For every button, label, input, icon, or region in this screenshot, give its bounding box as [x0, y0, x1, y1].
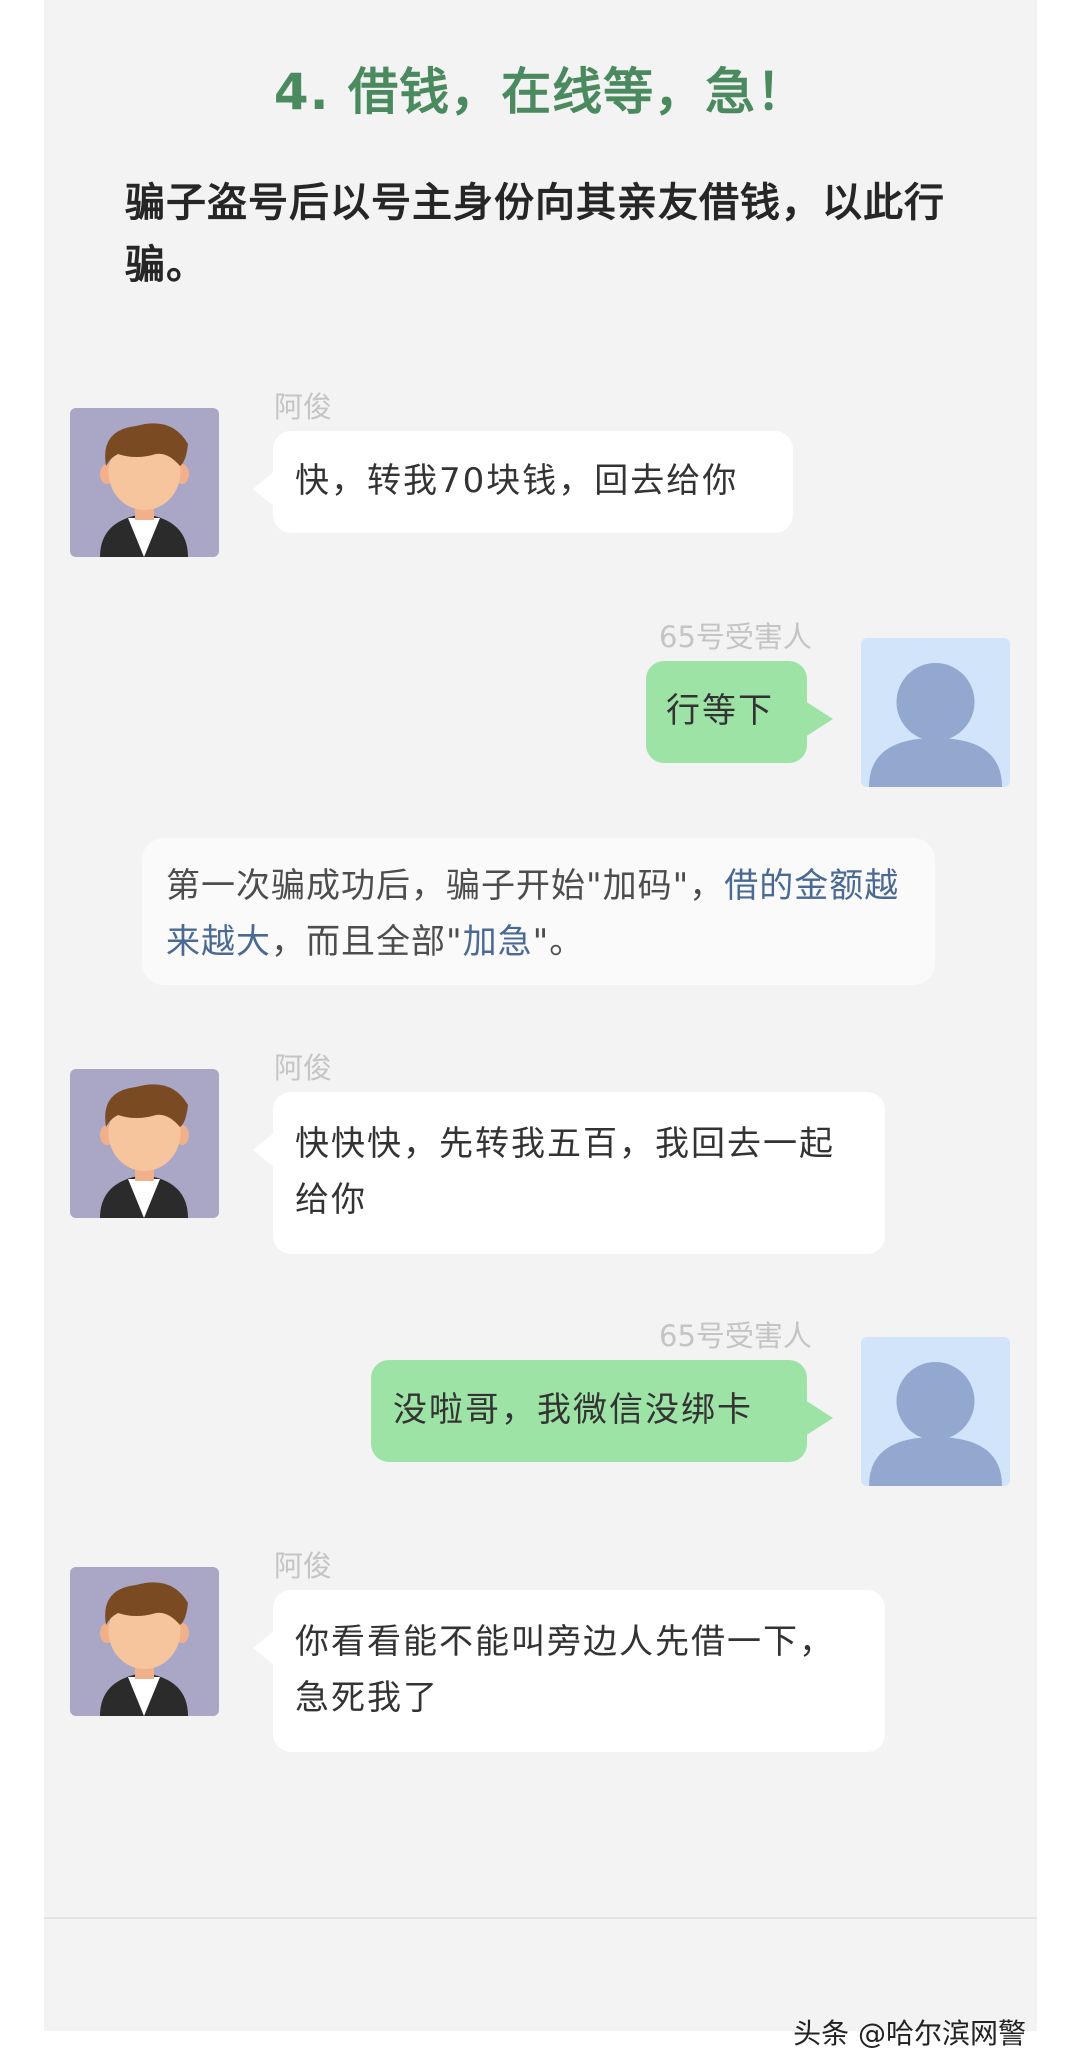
narration-note: 第一次骗成功后，骗子开始"加码"，借的金额越来越大，而且全部"加急"。	[142, 838, 935, 985]
message-text: 快快快，先转我五百，我回去一起给你	[295, 1124, 835, 1220]
victim-avatar[interactable]	[861, 638, 1010, 787]
message-bubble-incoming[interactable]: 你看看能不能叫旁边人先借一下，急死我了	[253, 1590, 885, 1752]
note-highlight: 加急	[462, 922, 533, 962]
scammer-avatar[interactable]	[70, 1069, 219, 1218]
section-intro: 骗子盗号后以号主身份向其亲友借钱，以此行骗。	[125, 180, 945, 288]
message-text: 没啦哥，我微信没绑卡	[393, 1390, 753, 1430]
source-watermark: 头条 @哈尔滨网警	[793, 2017, 1026, 2050]
section-divider	[44, 1917, 1037, 1919]
message-text: 快，转我70块钱，回去给你	[295, 461, 739, 501]
man-avatar-icon	[70, 1567, 219, 1716]
section-heading: 4. 借钱，在线等，急！	[273, 63, 808, 121]
sender-name: 65号受害人	[659, 1319, 812, 1353]
sender-name: 阿俊	[274, 390, 333, 424]
message-text: 行等下	[666, 691, 774, 731]
message-bubble-outgoing[interactable]: 行等下	[646, 661, 833, 763]
sender-name: 65号受害人	[659, 620, 812, 654]
scammer-avatar[interactable]	[70, 1567, 219, 1716]
man-avatar-icon	[70, 1069, 219, 1218]
user-placeholder-icon	[861, 638, 1010, 787]
user-placeholder-icon	[861, 1337, 1010, 1486]
note-text: ，而且全部"	[271, 922, 463, 962]
message-bubble-outgoing[interactable]: 没啦哥，我微信没绑卡	[371, 1360, 833, 1462]
man-avatar-icon	[70, 408, 219, 557]
article-panel: 4. 借钱，在线等，急！ 骗子盗号后以号主身份向其亲友借钱，以此行骗。 阿俊 快…	[44, 0, 1037, 2031]
message-text: 你看看能不能叫旁边人先借一下，急死我了	[295, 1622, 835, 1718]
message-bubble-incoming[interactable]: 快，转我70块钱，回去给你	[253, 431, 793, 533]
victim-avatar[interactable]	[861, 1337, 1010, 1486]
sender-name: 阿俊	[274, 1549, 333, 1583]
note-text: 第一次骗成功后，骗子开始"加码"，	[166, 866, 725, 906]
scammer-avatar[interactable]	[70, 408, 219, 557]
note-text: "。	[532, 922, 585, 962]
sender-name: 阿俊	[274, 1051, 333, 1085]
message-bubble-incoming[interactable]: 快快快，先转我五百，我回去一起给你	[253, 1092, 885, 1254]
